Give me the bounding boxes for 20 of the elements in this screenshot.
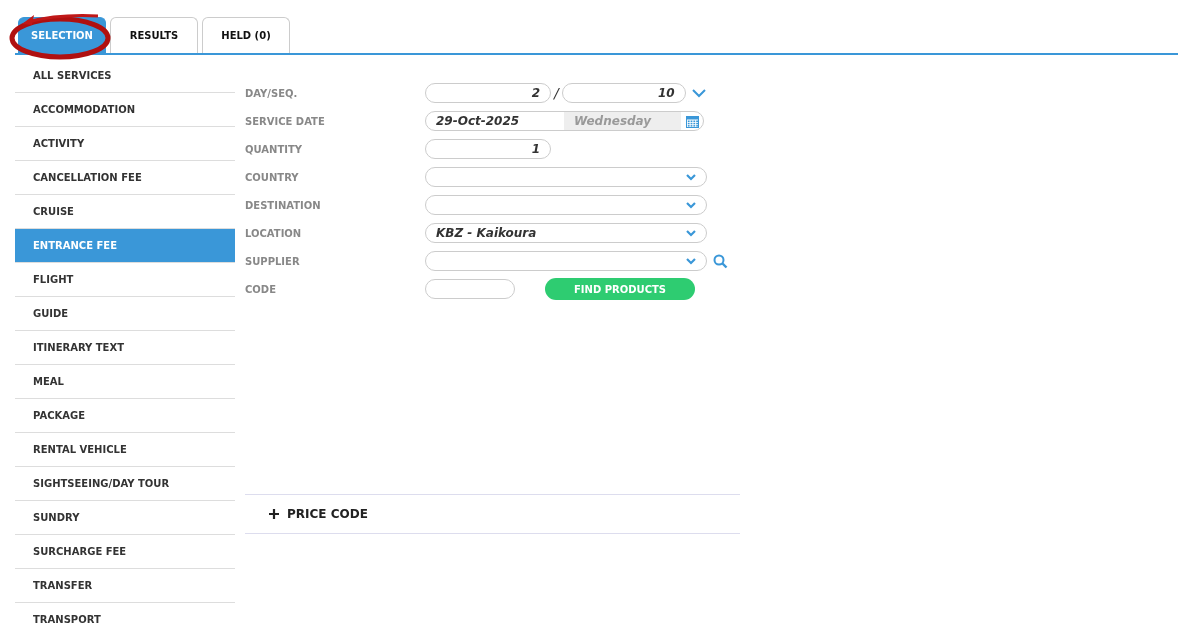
- price-code-bar[interactable]: PRICE CODE: [245, 494, 740, 534]
- chevron-down-icon: [686, 173, 696, 181]
- field-label: DAY/SEQ.: [245, 87, 299, 99]
- chevron-down-icon: [686, 201, 696, 209]
- search-icon[interactable]: [713, 253, 728, 269]
- field-label: COUNTRY: [245, 171, 300, 183]
- field-label: LOCATION: [245, 227, 303, 239]
- calendar-icon[interactable]: [685, 114, 699, 128]
- chevron-down-icon: [686, 229, 696, 237]
- separator-text: /: [554, 85, 559, 101]
- field-label: SERVICE DATE: [245, 115, 326, 127]
- field-label: SUPPLIER: [245, 255, 301, 267]
- tab[interactable]: HELD (0): [202, 17, 290, 53]
- field-label: CODE: [245, 283, 277, 295]
- chevron-down-icon[interactable]: [691, 88, 706, 98]
- field-label: QUANTITY: [245, 143, 304, 155]
- price-code-label: PRICE CODE: [287, 507, 368, 521]
- tab[interactable]: RESULTS: [110, 17, 198, 53]
- chevron-down-icon: [686, 257, 696, 265]
- field-label: DESTINATION: [245, 199, 322, 211]
